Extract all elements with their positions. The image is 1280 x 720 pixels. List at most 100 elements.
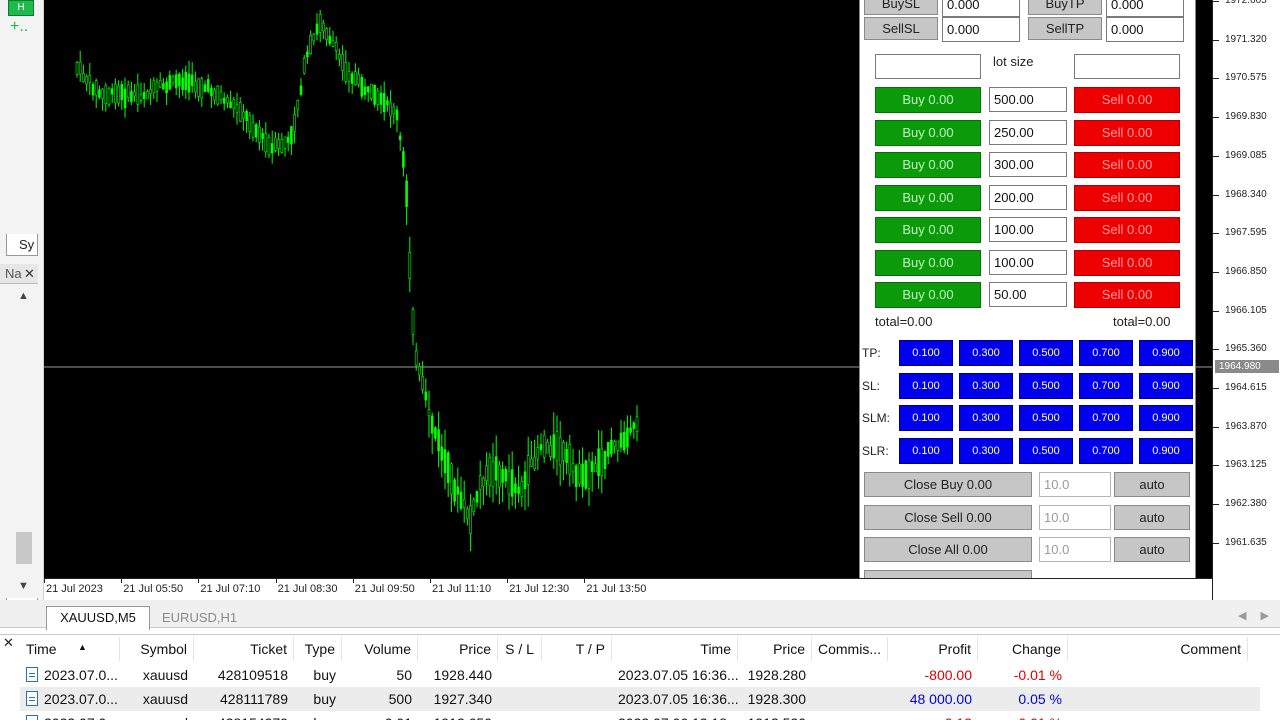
column-header[interactable]: Comment — [1068, 637, 1248, 661]
green-status-badge[interactable]: H — [8, 0, 34, 16]
level-value-button[interactable]: 0.300 — [959, 372, 1013, 399]
sell-button[interactable]: Sell 0.00 — [1074, 184, 1180, 211]
level-value-button[interactable]: 0.100 — [899, 405, 953, 431]
level-value-button[interactable]: 0.700 — [1079, 372, 1133, 399]
buy-tp-field[interactable]: 0.000 — [1106, 0, 1184, 17]
level-value-button[interactable]: 0.300 — [959, 340, 1013, 366]
sell-button[interactable]: Sell 0.00 — [1074, 282, 1180, 308]
table-row[interactable]: 2023.07.0... xauusd 428109518 buy 50 1928.440… — [20, 663, 1260, 687]
price-tick — [1213, 117, 1219, 119]
column-header[interactable]: S / L — [498, 637, 542, 661]
level-value-button[interactable]: 0.100 — [899, 372, 953, 399]
level-value-button[interactable]: 0.700 — [1079, 437, 1133, 464]
price-tick — [1213, 310, 1219, 312]
level-value-button[interactable]: 0.500 — [1019, 437, 1073, 464]
table-cell-sl — [498, 687, 542, 711]
auto-button[interactable]: auto — [1114, 504, 1190, 530]
candle-body — [462, 499, 466, 508]
scroll-up-icon[interactable]: ▲ — [18, 290, 29, 302]
column-header[interactable]: Ticket — [194, 637, 294, 661]
close-amount-field[interactable]: 10.0 — [1039, 537, 1111, 562]
level-value-button[interactable]: 0.100 — [899, 340, 953, 366]
candle-body — [619, 432, 623, 448]
column-header[interactable]: Time — [20, 637, 120, 661]
column-header[interactable]: Volume — [342, 637, 418, 661]
buy-sl-button[interactable]: BuySL — [864, 0, 938, 15]
time-label: 21 Jul 07:10 — [200, 583, 261, 595]
column-header[interactable]: Type — [294, 637, 342, 661]
buy-input-field[interactable] — [875, 54, 981, 79]
lot-size-field[interactable]: 100.00 — [989, 249, 1067, 275]
lot-size-field[interactable]: 500.00 — [989, 87, 1067, 112]
level-value-button[interactable]: 0.500 — [1019, 372, 1073, 399]
table-row[interactable]: 2023.07.0...xauusd428154379buy0.011912.6… — [20, 711, 1260, 720]
column-header[interactable]: T / P — [542, 637, 612, 661]
close-position-button[interactable]: Close Sell 0.00 — [864, 504, 1032, 530]
buy-button[interactable]: Buy 0.00 — [875, 152, 981, 178]
lot-size-field[interactable]: 250.00 — [989, 119, 1067, 145]
table-row[interactable]: 2023.07.0... xauusd 428111789 buy 500 1927.34… — [20, 687, 1260, 711]
sell-tp-field[interactable]: 0.000 — [1106, 17, 1184, 42]
sell-button[interactable]: Sell 0.00 — [1074, 249, 1180, 276]
buy-button[interactable]: Buy 0.00 — [875, 184, 981, 211]
level-value-button[interactable]: 0.900 — [1139, 372, 1193, 399]
buy-button[interactable]: Buy 0.00 — [875, 217, 981, 243]
close-amount-field[interactable]: 10.0 — [1039, 472, 1111, 497]
lot-size-field[interactable]: 100.00 — [989, 217, 1067, 242]
buy-button[interactable]: Buy 0.00 — [875, 282, 981, 308]
column-header[interactable]: Profit — [888, 637, 978, 661]
lot-size-field[interactable]: 200.00 — [989, 184, 1067, 210]
level-value-button[interactable]: 0.500 — [1019, 405, 1073, 431]
tab-scroll-arrows-icon[interactable]: ◀▶ — [1238, 609, 1280, 622]
close-icon[interactable]: ✕ — [3, 635, 14, 651]
candle-body — [290, 126, 293, 145]
level-value-button[interactable]: 0.300 — [959, 405, 1013, 431]
close-position-button[interactable]: Close All 0.00 — [864, 537, 1032, 562]
column-header[interactable]: Price — [418, 637, 498, 661]
sell-button[interactable]: Sell 0.00 — [1074, 217, 1180, 243]
buy-button[interactable]: Buy 0.00 — [875, 119, 981, 146]
level-value-button[interactable]: 0.300 — [959, 437, 1013, 464]
candle-body — [309, 34, 312, 55]
tab-symbols[interactable]: Sy — [6, 234, 38, 256]
sell-input-field[interactable] — [1074, 54, 1180, 79]
buy-sl-field[interactable]: 0.000 — [942, 0, 1020, 17]
level-value-button[interactable]: 0.900 — [1139, 340, 1193, 366]
auto-button[interactable]: auto — [1114, 472, 1190, 497]
column-header[interactable]: Symbol — [120, 637, 194, 661]
level-value-button[interactable]: 0.700 — [1079, 405, 1133, 431]
buy-button[interactable]: Buy 0.00 — [875, 249, 981, 276]
close-icon[interactable]: ✕ — [24, 266, 35, 282]
level-value-button[interactable]: 0.100 — [899, 437, 953, 464]
sell-sl-field[interactable]: 0.000 — [942, 17, 1020, 42]
column-header[interactable]: Time — [612, 637, 738, 661]
level-value-button[interactable]: 0.900 — [1139, 405, 1193, 431]
column-header[interactable]: Price — [738, 637, 812, 661]
auto-button[interactable]: auto — [1114, 537, 1190, 562]
level-value-button[interactable]: 0.700 — [1079, 340, 1133, 366]
buy-tp-button[interactable]: BuyTP — [1028, 0, 1102, 15]
column-header[interactable]: Change — [978, 637, 1068, 661]
sell-sl-button[interactable]: SellSL — [864, 17, 938, 40]
close-position-button[interactable]: Close Buy 0.00 — [864, 472, 1032, 497]
lot-size-field[interactable]: 50.00 — [989, 282, 1067, 307]
tab-xauusd-m5[interactable]: XAUUSD,M5 — [46, 606, 150, 630]
sell-tp-button[interactable]: SellTP — [1028, 17, 1102, 40]
scrollbar-thumb[interactable] — [16, 532, 32, 564]
buy-button[interactable]: Buy 0.00 — [875, 87, 981, 113]
lot-size-field[interactable]: 300.00 — [989, 152, 1067, 177]
close-amount-field[interactable]: 10.0 — [1039, 504, 1111, 530]
tab-eurusd-h1[interactable]: EURUSD,H1 — [162, 608, 237, 628]
column-header[interactable]: Commis... — [812, 637, 888, 661]
scroll-down-icon[interactable]: ▼ — [18, 580, 29, 592]
sell-button[interactable]: Sell 0.00 — [1074, 119, 1180, 146]
level-value-button[interactable]: 0.900 — [1139, 437, 1193, 464]
partial-button[interactable] — [864, 570, 1032, 578]
sell-button[interactable]: Sell 0.00 — [1074, 87, 1180, 113]
price-label: 1961.635 — [1225, 536, 1267, 548]
level-value-button[interactable]: 0.500 — [1019, 340, 1073, 366]
candle-body — [190, 74, 194, 87]
sell-button[interactable]: Sell 0.00 — [1074, 152, 1180, 178]
add-icon[interactable]: +.. — [10, 18, 28, 36]
candle-body — [203, 84, 207, 93]
